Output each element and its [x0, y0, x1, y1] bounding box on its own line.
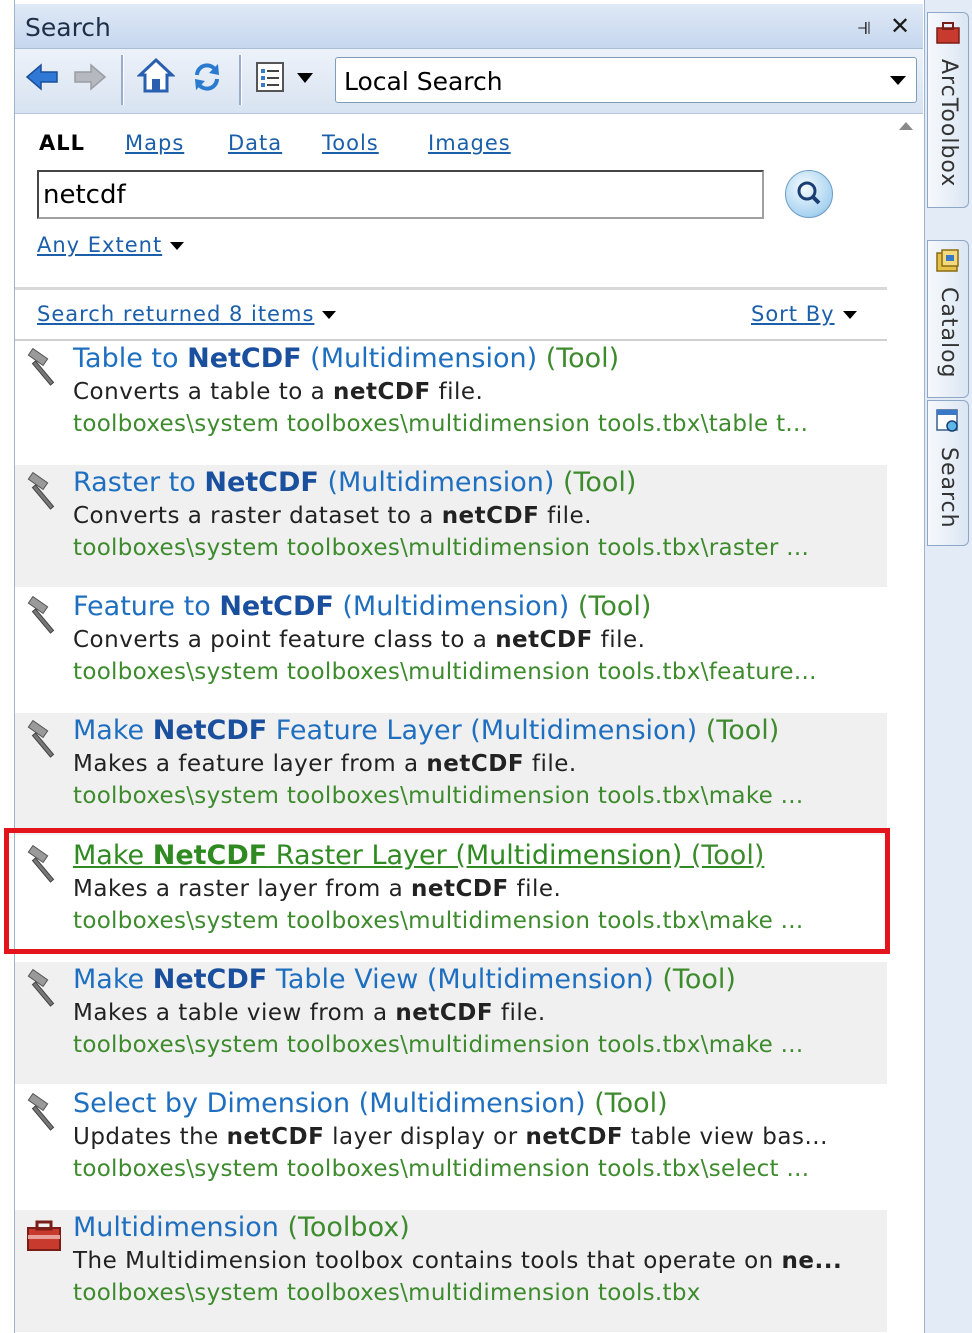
- filter-tab-images[interactable]: Images: [428, 131, 511, 155]
- result-title[interactable]: Multidimension (Toolbox): [73, 1212, 410, 1243]
- tab-search-label: Search: [936, 447, 961, 529]
- result-description: Makes a table view from a netCDF file.: [73, 1000, 546, 1026]
- result-item[interactable]: Raster to NetCDF (Multidimension) (Tool)…: [15, 465, 887, 587]
- refresh-icon[interactable]: [191, 61, 223, 93]
- filter-tab-maps[interactable]: Maps: [125, 131, 184, 155]
- extent-label: Any Extent: [37, 233, 163, 257]
- search-button[interactable]: [785, 170, 833, 218]
- result-item[interactable]: Make NetCDF Feature Layer (Multidimensio…: [15, 713, 887, 835]
- tab-catalog-label: Catalog: [936, 287, 961, 379]
- result-path: toolboxes\system toolboxes\multidimensio…: [73, 659, 817, 685]
- result-description: Converts a point feature class to a netC…: [73, 627, 646, 653]
- search-window-icon: [936, 409, 958, 432]
- back-arrow-icon[interactable]: [25, 62, 59, 92]
- results-count-dropdown[interactable]: Search returned 8 items: [37, 302, 337, 326]
- result-item-selected[interactable]: Make NetCDF Raster Layer (Multidimension…: [15, 838, 887, 960]
- tab-arctoolbox-label: ArcToolbox: [936, 59, 961, 188]
- tab-search[interactable]: Search: [927, 400, 969, 546]
- home-icon[interactable]: [137, 57, 175, 95]
- toolbar: Local Search: [15, 49, 923, 114]
- result-path: toolboxes\system toolboxes\multidimensio…: [73, 1032, 804, 1058]
- tab-arctoolbox[interactable]: ArcToolbox: [927, 12, 969, 208]
- window-title: Search: [25, 13, 111, 42]
- result-path: toolboxes\system toolboxes\multidimensio…: [73, 1156, 810, 1182]
- result-title[interactable]: Table to NetCDF (Multidimension) (Tool): [73, 343, 619, 374]
- toolbox-icon: [936, 22, 960, 44]
- hammer-icon: [27, 347, 55, 386]
- tab-catalog[interactable]: Catalog: [927, 240, 969, 398]
- result-title[interactable]: Select by Dimension (Multidimension) (To…: [73, 1088, 668, 1119]
- search-scope-value: Local Search: [344, 67, 503, 96]
- search-query: netcdf: [43, 180, 126, 210]
- results-count-label: Search returned 8 items: [37, 302, 315, 326]
- result-item[interactable]: Select by Dimension (Multidimension) (To…: [15, 1086, 887, 1208]
- sort-by-dropdown[interactable]: Sort By: [751, 302, 857, 326]
- result-description: Updates the netCDF layer display or netC…: [73, 1124, 828, 1150]
- chevron-down-icon: [322, 311, 337, 319]
- close-icon[interactable]: ✕: [890, 12, 910, 40]
- search-scope-combo[interactable]: Local Search: [335, 57, 917, 103]
- title-bar: Search ⫣ ✕: [15, 4, 923, 49]
- result-item[interactable]: Feature to NetCDF (Multidimension) (Tool…: [15, 589, 887, 711]
- catalog-icon: [936, 249, 959, 272]
- result-title[interactable]: Raster to NetCDF (Multidimension) (Tool): [73, 467, 636, 498]
- sort-by-label: Sort By: [751, 302, 835, 326]
- toolbar-separator: [121, 55, 124, 105]
- hammer-icon: [27, 1092, 55, 1131]
- result-path: toolboxes\system toolboxes\multidimensio…: [73, 411, 809, 437]
- hammer-icon: [27, 719, 55, 758]
- result-item[interactable]: Multidimension (Toolbox) The Multidimens…: [15, 1210, 887, 1332]
- toolbox-icon: [27, 1220, 61, 1251]
- results-header: Search returned 8 items Sort By: [15, 291, 887, 341]
- result-path: toolboxes\system toolboxes\multidimensio…: [73, 908, 804, 934]
- result-title[interactable]: Make NetCDF Feature Layer (Multidimensio…: [73, 715, 779, 746]
- result-description: Makes a raster layer from a netCDF file.: [73, 876, 562, 902]
- hammer-icon: [27, 968, 55, 1007]
- result-title[interactable]: Make NetCDF Table View (Multidimension) …: [73, 964, 736, 995]
- result-item[interactable]: Make NetCDF Table View (Multidimension) …: [15, 962, 887, 1084]
- forward-arrow-icon[interactable]: [73, 62, 107, 92]
- result-description: Makes a feature layer from a netCDF file…: [73, 751, 577, 777]
- chevron-down-icon: [170, 242, 185, 250]
- hammer-icon: [27, 595, 55, 634]
- hammer-icon: [27, 844, 55, 883]
- result-path: toolboxes\system toolboxes\multidimensio…: [73, 535, 810, 561]
- result-description: Converts a table to a netCDF file.: [73, 379, 484, 405]
- search-window: Search ⫣ ✕ Local Search ALL Maps Data To…: [14, 0, 925, 1333]
- result-item[interactable]: Table to NetCDF (Multidimension) (Tool) …: [15, 341, 887, 463]
- pin-icon[interactable]: ⫣: [857, 12, 871, 40]
- filter-tab-all[interactable]: ALL: [39, 131, 85, 155]
- result-description: Converts a raster dataset to a netCDF fi…: [73, 503, 592, 529]
- result-path: toolboxes\system toolboxes\multidimensio…: [73, 1280, 701, 1306]
- search-input[interactable]: netcdf: [37, 170, 764, 219]
- filter-tab-tools[interactable]: Tools: [322, 131, 379, 155]
- magnifier-icon: [797, 181, 821, 205]
- list-view-icon[interactable]: [255, 61, 285, 93]
- side-dock: ArcToolbox Catalog Search: [924, 0, 972, 1333]
- scroll-up-arrow-icon[interactable]: [899, 122, 913, 130]
- toolbar-separator: [239, 55, 242, 105]
- filter-tab-data[interactable]: Data: [228, 131, 282, 155]
- hammer-icon: [27, 471, 55, 510]
- extent-dropdown[interactable]: Any Extent: [37, 233, 185, 257]
- result-title[interactable]: Feature to NetCDF (Multidimension) (Tool…: [73, 591, 651, 622]
- chevron-down-icon: [842, 311, 857, 319]
- result-description: The Multidimension toolbox contains tool…: [73, 1248, 843, 1274]
- chevron-down-icon[interactable]: [890, 76, 906, 85]
- divider: [15, 287, 887, 290]
- result-title[interactable]: Make NetCDF Raster Layer (Multidimension…: [73, 840, 764, 871]
- result-path: toolboxes\system toolboxes\multidimensio…: [73, 783, 804, 809]
- view-dropdown-arrow-icon[interactable]: [297, 73, 313, 83]
